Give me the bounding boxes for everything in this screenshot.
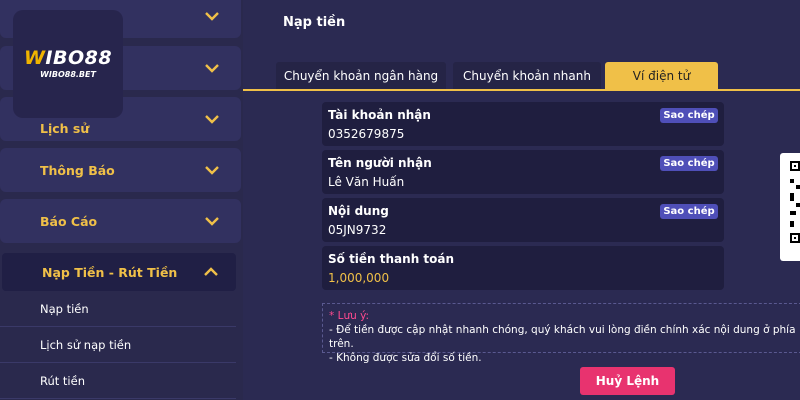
logo: WIBO88 WIBO88.BET (13, 10, 123, 118)
field-label: Nội dung (328, 204, 389, 218)
field-value: 05JN9732 (328, 223, 387, 237)
page-title: Nạp tiền (283, 15, 346, 30)
tab-underline (243, 89, 800, 91)
sidebar-subitem-label: Lịch sử nạp tiền (40, 337, 132, 352)
field-value: 0352679875 (328, 127, 405, 141)
sidebar-subitem-withdraw[interactable]: Rút tiền (0, 363, 236, 399)
field-content: Nội dung 05JN9732 Sao chép (322, 198, 724, 242)
note-line: - Để tiền được cập nhật nhanh chóng, quý… (329, 324, 796, 350)
field-amount: Số tiền thanh toán 1,000,000 (322, 246, 724, 290)
field-label: Số tiền thanh toán (328, 252, 455, 266)
chevron-down-icon (205, 64, 219, 73)
qr-pattern (790, 161, 800, 243)
sidebar-item-label: Nạp Tiền - Rút Tiền (42, 264, 178, 280)
sidebar-subitem-label: Nạp tiền (40, 301, 89, 316)
chevron-down-icon (205, 166, 219, 175)
qr-code-icon (780, 153, 800, 261)
sidebar-item-notifications[interactable]: Thông Báo (0, 148, 241, 192)
logo-domain: WIBO88.BET (40, 70, 96, 79)
logo-brand: WIBO88 (23, 47, 113, 69)
copy-account-button[interactable]: Sao chép (660, 108, 718, 123)
note-line: - Không được sửa đổi số tiền. (329, 352, 482, 364)
sidebar-item-label: Thông Báo (40, 162, 115, 178)
copy-content-button[interactable]: Sao chép (660, 204, 718, 219)
sidebar-subitem-deposit-history[interactable]: Lịch sử nạp tiền (0, 327, 236, 363)
tab-fast-transfer[interactable]: Chuyển khoản nhanh (453, 62, 601, 90)
sidebar-subitem-deposit[interactable]: Nạp tiền (0, 291, 236, 327)
note-box: * Lưu ý: - Để tiền được cập nhật nhanh c… (322, 303, 800, 364)
cancel-order-button[interactable]: Huỷ Lệnh (580, 367, 675, 395)
chevron-up-icon (204, 267, 218, 276)
field-receiving-account: Tài khoản nhận 0352679875 Sao chép (322, 102, 724, 146)
note-title: * Lưu ý: (329, 310, 370, 322)
field-label: Tài khoản nhận (328, 108, 431, 122)
sidebar-item-reports[interactable]: Báo Cáo (0, 199, 241, 243)
field-recipient-name: Tên người nhận Lê Văn Huấn Sao chép (322, 150, 724, 194)
field-label: Tên người nhận (328, 156, 432, 170)
chevron-down-icon (205, 12, 219, 21)
tab-bank-transfer[interactable]: Chuyển khoản ngân hàng (276, 62, 446, 90)
sidebar-subitem-label: Rút tiền (40, 373, 85, 388)
tab-e-wallet[interactable]: Ví điện tử (605, 62, 718, 90)
field-value: Lê Văn Huấn (328, 175, 405, 189)
sidebar-item-deposit-withdraw[interactable]: Nạp Tiền - Rút Tiền (2, 253, 236, 291)
field-value: 1,000,000 (328, 271, 390, 285)
chevron-down-icon (205, 115, 219, 124)
chevron-down-icon (205, 217, 219, 226)
sidebar-item-label: Báo Cáo (40, 213, 98, 229)
copy-name-button[interactable]: Sao chép (660, 156, 718, 171)
